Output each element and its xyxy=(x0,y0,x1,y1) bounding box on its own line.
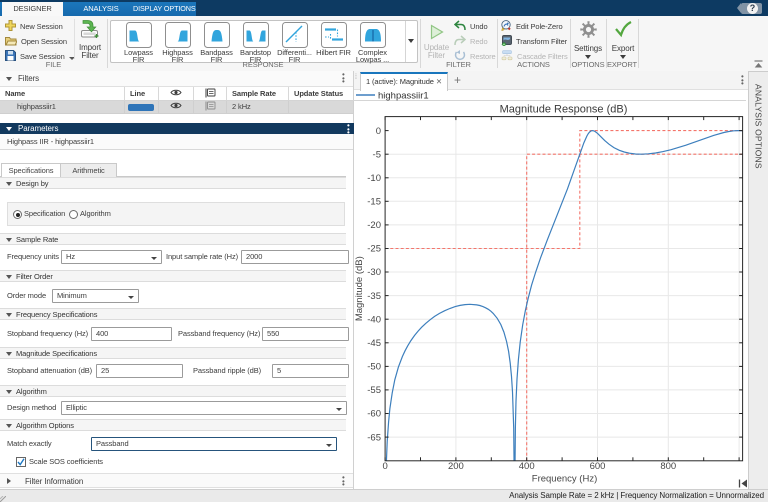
svg-text:-10: -10 xyxy=(367,173,381,184)
svg-text:-40: -40 xyxy=(367,314,381,325)
svg-text:-60: -60 xyxy=(367,409,381,420)
svg-text:400: 400 xyxy=(519,461,535,472)
svg-text:Magnitude Response (dB): Magnitude Response (dB) xyxy=(500,104,628,116)
svg-text:0: 0 xyxy=(376,126,381,137)
svg-text:highpassiir1: highpassiir1 xyxy=(378,91,429,102)
svg-text:-20: -20 xyxy=(367,220,381,231)
svg-text:-25: -25 xyxy=(367,244,381,255)
svg-text:200: 200 xyxy=(448,461,464,472)
svg-text:800: 800 xyxy=(660,461,676,472)
svg-text:Magnitude (dB): Magnitude (dB) xyxy=(354,256,365,321)
svg-text:-50: -50 xyxy=(367,362,381,373)
svg-text:-5: -5 xyxy=(373,149,381,160)
svg-text:-55: -55 xyxy=(367,385,381,396)
svg-text:-45: -45 xyxy=(367,338,381,349)
svg-text:-30: -30 xyxy=(367,267,381,278)
svg-text:-15: -15 xyxy=(367,197,381,208)
svg-text:Frequency (Hz): Frequency (Hz) xyxy=(532,474,597,485)
svg-text:600: 600 xyxy=(590,461,606,472)
svg-text:-35: -35 xyxy=(367,291,381,302)
svg-text:0: 0 xyxy=(382,461,387,472)
svg-text:-65: -65 xyxy=(367,432,381,443)
